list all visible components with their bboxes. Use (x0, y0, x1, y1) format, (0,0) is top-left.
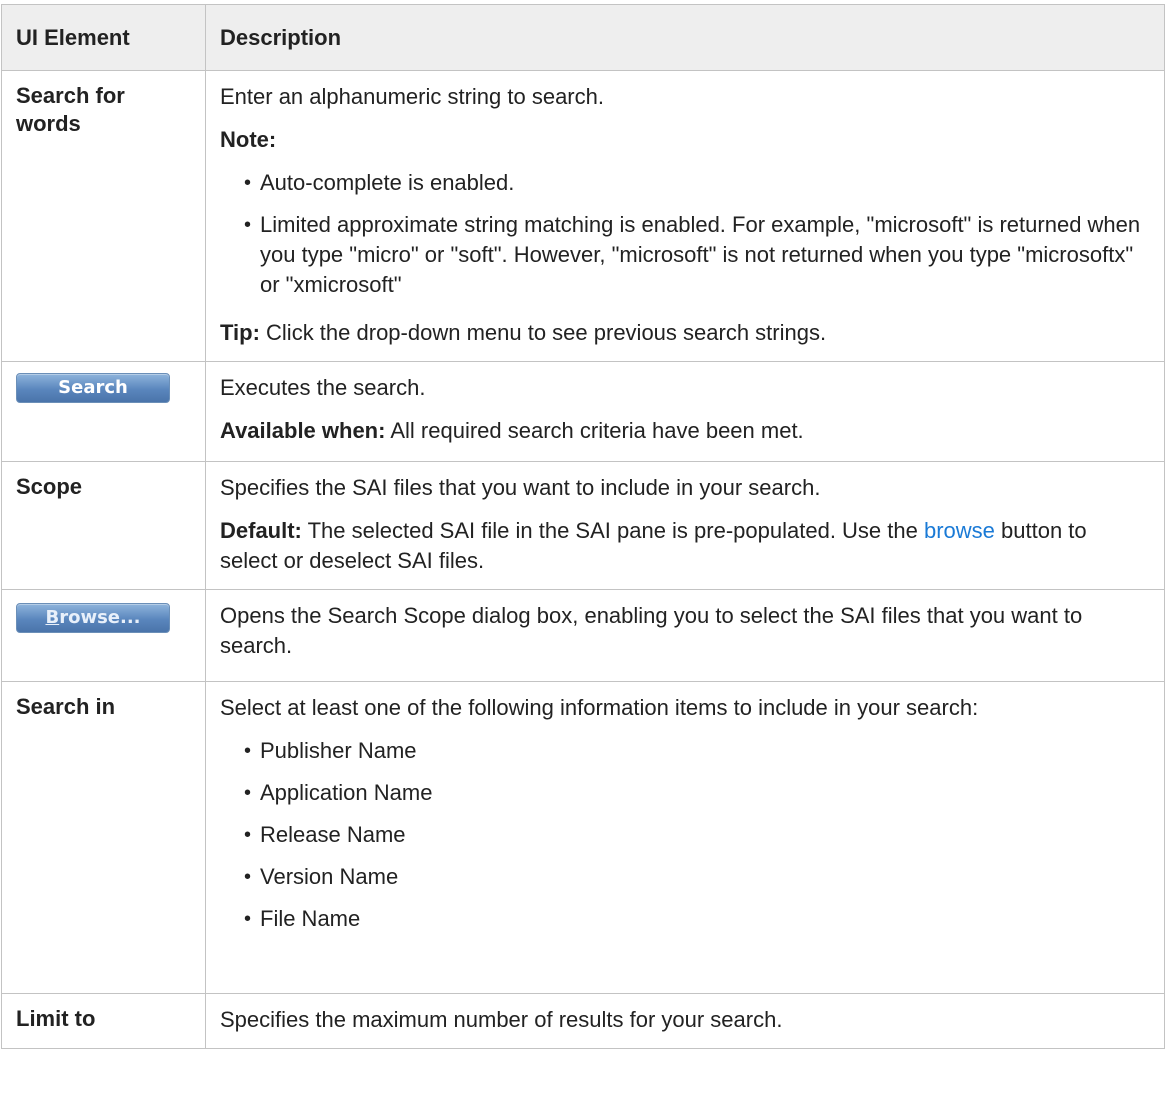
description-text: Specifies the maximum number of results … (220, 1007, 783, 1032)
header-ui-element: UI Element (1, 4, 206, 71)
note-label: Note: (220, 127, 277, 152)
element-search-in: Search in (1, 681, 206, 994)
header-description: Description (205, 4, 1165, 71)
description-text: Executes the search. (220, 375, 426, 400)
browse-link[interactable]: browse (924, 518, 995, 543)
element-search-for-words: Search for words (1, 70, 206, 362)
list-item: • Release Name (244, 820, 1150, 850)
list-item-text: Version Name (260, 864, 399, 889)
element-scope: Scope (1, 461, 206, 590)
bullet-icon: • (244, 172, 252, 194)
list-item-text: Publisher Name (260, 738, 417, 763)
browse-button[interactable]: Browse... (16, 603, 170, 633)
element-search-button-cell: Search (1, 361, 206, 462)
tip-label: Tip: (220, 320, 260, 345)
note-list: • Auto-complete is enabled. • Limited appr… (220, 168, 1150, 300)
description-cell: Specifies the maximum number of results … (205, 993, 1165, 1049)
available-when-text: Available when: All required search crit… (220, 416, 1150, 446)
tip-text: Tip: Click the drop-down menu to see pre… (220, 318, 1150, 348)
list-item: • Auto-complete is enabled. (244, 168, 1150, 198)
list-item-text: Limited approximate string matching is e… (260, 212, 1141, 297)
bullet-icon: • (244, 782, 252, 804)
description-cell: Select at least one of the following inf… (205, 681, 1165, 994)
table-row: Search Executes the search. Available wh… (1, 361, 1165, 462)
default-label: Default: (220, 518, 302, 543)
list-item: • Version Name (244, 862, 1150, 892)
bullet-icon: • (244, 824, 252, 846)
description-text: Enter an alphanumeric string to search. (220, 84, 604, 109)
table-row: Browse... Opens the Search Scope dialog … (1, 589, 1165, 682)
bullet-icon: • (244, 740, 252, 762)
table-row: Scope Specifies the SAI files that you w… (1, 461, 1165, 590)
table-row: Limit to Specifies the maximum number of… (1, 993, 1165, 1049)
bullet-icon: • (244, 214, 252, 236)
list-item-text: File Name (260, 906, 361, 931)
element-browse-button-cell: Browse... (1, 589, 206, 682)
bullet-icon: • (244, 866, 252, 888)
description-text: Select at least one of the following inf… (220, 695, 979, 720)
description-text: Specifies the SAI files that you want to… (220, 475, 821, 500)
tip-body: Click the drop-down menu to see previous… (259, 320, 827, 345)
search-in-list: • Publisher Name • Application Name • Relea… (220, 736, 1150, 934)
list-item-text: Auto-complete is enabled. (260, 170, 515, 195)
list-item: • Application Name (244, 778, 1150, 808)
element-limit-to: Limit to (1, 993, 206, 1049)
available-when-body: All required search criteria have been m… (385, 418, 804, 443)
table-row: Search in Select at least one of the fol… (1, 681, 1165, 994)
list-item: • File Name (244, 904, 1150, 934)
table-row: Search for words Enter an alphanumeric s… (1, 70, 1165, 362)
list-item: • Publisher Name (244, 736, 1150, 766)
list-item-text: Release Name (260, 822, 406, 847)
list-item: • Limited approximate string matching is … (244, 210, 1150, 300)
description-cell: Enter an alphanumeric string to search. … (205, 70, 1165, 362)
description-cell: Executes the search. Available when: All… (205, 361, 1165, 462)
table-header-row: UI Element Description (1, 4, 1165, 71)
bullet-icon: • (244, 908, 252, 930)
available-when-label: Available when: (220, 418, 386, 443)
list-item-text: Application Name (260, 780, 433, 805)
default-body: The selected SAI file in the SAI pane is… (301, 518, 924, 543)
description-cell: Specifies the SAI files that you want to… (205, 461, 1165, 590)
ui-element-table: UI Element Description Search for words … (1, 4, 1165, 1049)
description-cell: Opens the Search Scope dialog box, enabl… (205, 589, 1165, 682)
default-text: Default: The selected SAI file in the SA… (220, 516, 1150, 576)
browse-button-mnemonic: B (45, 607, 60, 628)
description-text: Opens the Search Scope dialog box, enabl… (220, 603, 1083, 658)
search-button[interactable]: Search (16, 373, 170, 403)
browse-button-label: rowse... (59, 607, 141, 628)
